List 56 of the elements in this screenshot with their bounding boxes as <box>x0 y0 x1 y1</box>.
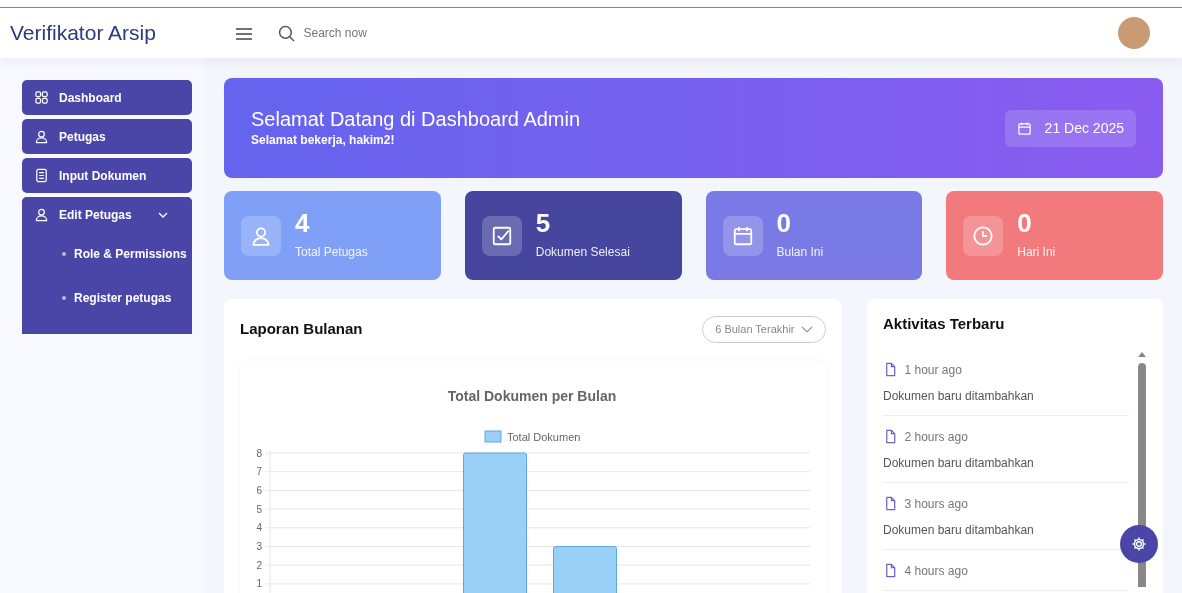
checkbox-icon <box>490 224 513 247</box>
activity-time: 4 hours ago <box>904 562 968 580</box>
chart-title: Total Dokumen per Bulan <box>447 387 617 404</box>
period-dropdown[interactable]: 6 Bulan Terakhir <box>702 316 826 343</box>
axis-tick-label: 2 <box>256 559 262 571</box>
sidebar-subitem[interactable]: Register petugas <box>22 276 192 320</box>
calendar-icon <box>1016 120 1032 136</box>
user-icon <box>34 207 49 222</box>
activity-time: 1 hour ago <box>904 361 962 379</box>
calendar-icon <box>731 224 754 247</box>
legend-label: Total Dokumen <box>507 430 581 443</box>
activity-text: Dokumen baru ditambahkan <box>883 454 1035 472</box>
axis-tick-label: 6 <box>256 484 262 496</box>
search-icon <box>278 24 295 42</box>
user-icon <box>34 129 49 144</box>
app-title: Verifikator Arsip <box>10 21 156 45</box>
stat-value: 5 <box>535 210 552 237</box>
file-icon <box>883 496 898 511</box>
activity-time: 2 hours ago <box>904 428 968 446</box>
date-badge: 21 Dec 2025 <box>1004 109 1136 147</box>
sidebar-item[interactable]: Dashboard <box>22 80 192 115</box>
stat-label: Bulan Ini <box>776 243 824 261</box>
legend-item[interactable]: Total Dokumen <box>484 430 581 443</box>
file-icon <box>883 362 898 377</box>
activity-text: Dokumen baru ditambahkan <box>883 521 1035 539</box>
axis-tick-label: 1 <box>256 577 262 589</box>
file-icon <box>883 429 898 444</box>
stat-value: 0 <box>776 210 792 237</box>
card-title: Aktivitas Terbaru <box>883 314 1006 334</box>
stat-value: 4 <box>295 210 311 237</box>
file-icon <box>883 563 898 578</box>
avatar[interactable] <box>1118 17 1150 49</box>
axis-tick-label: 4 <box>256 521 262 533</box>
axis-tick-label: 3 <box>256 540 262 552</box>
chart-bar[interactable] <box>553 545 617 593</box>
sidebar-subitem[interactable]: Role & Permissions <box>22 232 192 276</box>
chevron-icon <box>801 325 813 333</box>
grid-icon <box>34 90 49 105</box>
banner-title: Selamat Datang di Dashboard Admin <box>251 107 581 131</box>
card-title: Laporan Bulanan <box>240 319 363 339</box>
document-icon <box>34 168 49 183</box>
axis-tick-label: 7 <box>256 465 262 477</box>
axis-tick-label: 5 <box>256 503 262 515</box>
stat-label: Dokumen Selesai <box>535 243 630 261</box>
activity-text: Dokumen baru ditambahkan <box>883 387 1035 405</box>
axis-tick-label: 8 <box>256 447 262 458</box>
stat-label: Total Petugas <box>295 243 368 261</box>
stat-label: Hari Ini <box>1017 243 1056 261</box>
activity-time: 3 hours ago <box>904 495 968 513</box>
sidebar-item[interactable]: Petugas <box>22 119 192 154</box>
sidebar-item[interactable]: Input Dokumen <box>22 158 192 193</box>
gear-icon <box>1131 536 1147 552</box>
search-field[interactable]: Search now <box>301 23 502 43</box>
stat-value: 0 <box>1017 210 1033 237</box>
clock-icon <box>972 224 995 247</box>
banner-subtitle: Selamat bekerja, hakim2! <box>251 132 396 149</box>
